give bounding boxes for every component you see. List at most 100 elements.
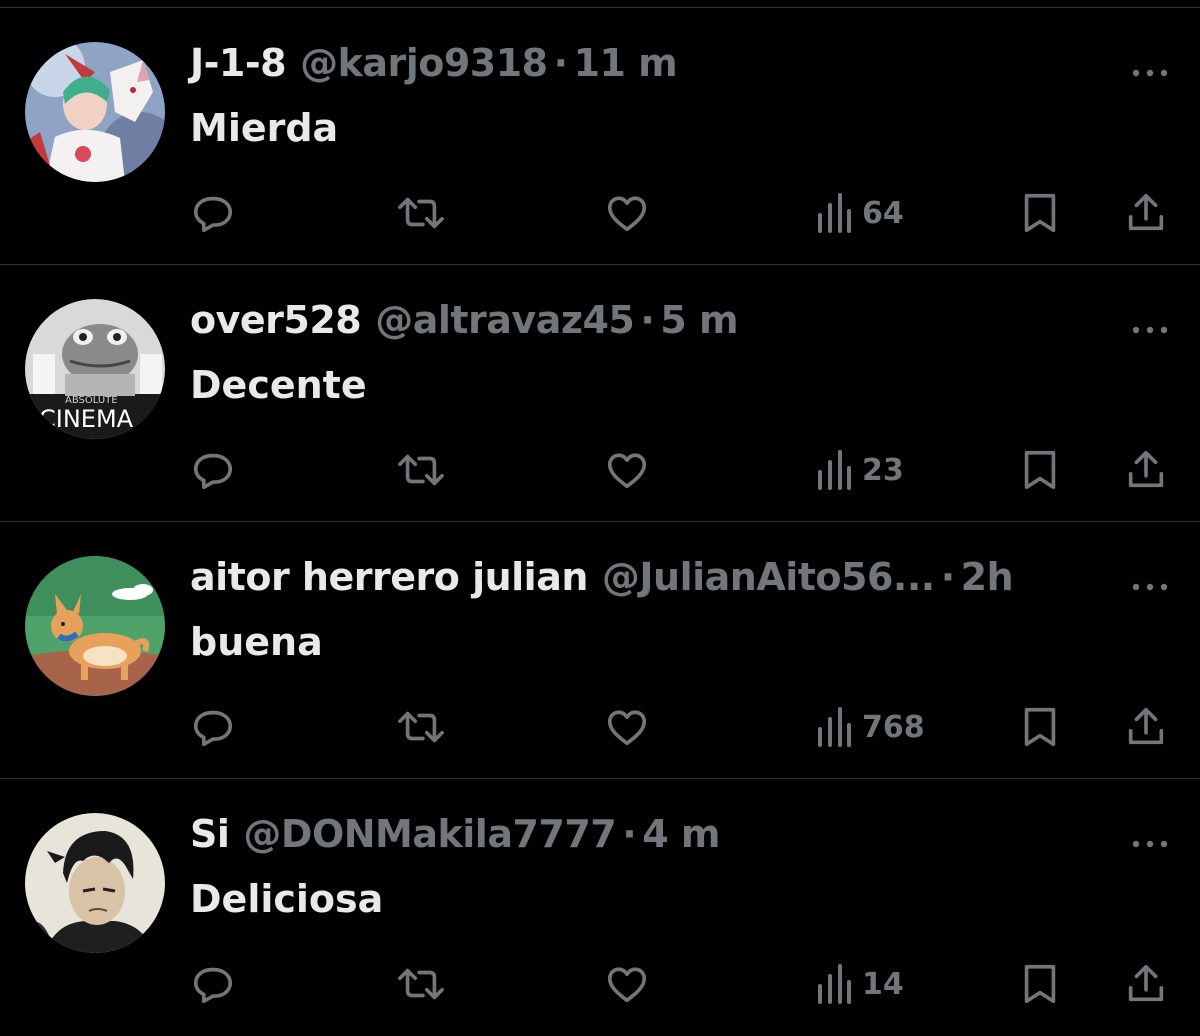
like-button[interactable] [604,697,650,757]
bookmark-button[interactable] [1020,954,1060,1014]
separator-dot: · [940,555,955,599]
share-upload-icon [1128,450,1164,488]
reply-feed: J-1-8 @karjo9318 · 11 m Mierda 64 ABSOLU… [0,8,1200,1036]
timestamp[interactable]: 2h [961,555,1014,599]
bookmark-icon [1024,193,1056,233]
bar-chart-icon [818,964,851,1004]
views-count: 64 [862,195,904,231]
action-bar: 23 [0,440,1200,500]
repost-button[interactable] [396,697,446,757]
bookmark-button[interactable] [1020,440,1060,500]
display-name[interactable]: J-1-8 [190,41,287,85]
more-horizontal-icon [1132,840,1168,848]
views-count: 768 [862,709,925,745]
bookmark-button[interactable] [1020,697,1060,757]
bookmark-icon [1024,707,1056,747]
display-name[interactable]: aitor herrero julian [190,555,588,599]
avatar[interactable] [25,813,165,953]
user-handle[interactable]: @karjo9318 [300,41,548,85]
more-options-button[interactable] [1128,58,1172,88]
repost-arrows-icon [398,197,444,229]
speech-bubble-icon [193,710,233,747]
like-button[interactable] [604,440,650,500]
timestamp[interactable]: 5 m [660,298,738,342]
separator-dot: · [622,812,637,856]
views-count: 23 [862,452,904,488]
reply-button[interactable] [190,440,236,500]
views-button[interactable]: 23 [816,440,904,500]
user-handle[interactable]: @altravaz45 [375,298,635,342]
action-bar: 14 [0,954,1200,1014]
views-count: 14 [862,966,904,1002]
timestamp[interactable]: 4 m [642,812,720,856]
speech-bubble-icon [193,196,233,233]
tweet-header: J-1-8 @karjo9318 · 11 m [190,41,1110,93]
tweet-header: aitor herrero julian @JulianAito56... · … [190,555,1110,607]
action-bar: 64 [0,183,1200,243]
more-horizontal-icon [1132,326,1168,334]
more-horizontal-icon [1132,69,1168,77]
bar-chart-icon [818,707,851,747]
tweet-item[interactable]: ABSOLUTE CINEMA over528 @altravaz45 · 5 … [0,265,1200,522]
display-name[interactable]: over528 [190,298,362,342]
share-button[interactable] [1124,440,1168,500]
repost-arrows-icon [398,711,444,743]
share-upload-icon [1128,707,1164,745]
tweet-text: buena [190,620,323,664]
tweet-text: Deliciosa [190,877,384,921]
timestamp[interactable]: 11 m [574,41,678,85]
reply-button[interactable] [190,183,236,243]
bookmark-icon [1024,964,1056,1004]
more-options-button[interactable] [1128,572,1172,602]
repost-arrows-icon [398,968,444,1000]
bookmark-button[interactable] [1020,183,1060,243]
more-horizontal-icon [1132,583,1168,591]
heart-icon [607,710,647,746]
speech-bubble-icon [193,967,233,1004]
avatar[interactable] [25,556,165,696]
share-upload-icon [1128,193,1164,231]
tweet-item[interactable]: J-1-8 @karjo9318 · 11 m Mierda 64 [0,8,1200,265]
share-button[interactable] [1124,697,1168,757]
avatar-image-anime-fox [25,42,165,182]
like-button[interactable] [604,954,650,1014]
repost-button[interactable] [396,954,446,1014]
separator-dot: · [640,298,655,342]
tweet-header: Si @DONMakila7777 · 4 m [190,812,1110,864]
bar-chart-icon [818,450,851,490]
display-name[interactable]: Si [190,812,230,856]
heart-icon [607,453,647,489]
reply-button[interactable] [190,954,236,1014]
speech-bubble-icon [193,453,233,490]
share-button[interactable] [1124,954,1168,1014]
tweet-item[interactable]: Si @DONMakila7777 · 4 m Deliciosa 14 [0,779,1200,1036]
more-options-button[interactable] [1128,829,1172,859]
avatar[interactable] [25,42,165,182]
avatar-image-comic-character [25,813,165,953]
views-button[interactable]: 768 [816,697,925,757]
avatar-text-large: CINEMA [39,405,134,433]
repost-arrows-icon [398,454,444,486]
action-bar: 768 [0,697,1200,757]
tweet-text: Decente [190,363,367,407]
avatar-image-absolute-cinema: ABSOLUTE CINEMA [25,299,165,439]
tweet-header: over528 @altravaz45 · 5 m [190,298,1110,350]
avatar-image-corgi [25,556,165,696]
tweet-text: Mierda [190,106,339,150]
reply-button[interactable] [190,697,236,757]
share-button[interactable] [1124,183,1168,243]
heart-icon [607,967,647,1003]
tweet-item[interactable]: aitor herrero julian @JulianAito56... · … [0,522,1200,779]
views-button[interactable]: 64 [816,183,904,243]
share-upload-icon [1128,964,1164,1002]
user-handle[interactable]: @JulianAito56... [602,555,935,599]
repost-button[interactable] [396,183,446,243]
views-button[interactable]: 14 [816,954,904,1014]
like-button[interactable] [604,183,650,243]
heart-icon [607,196,647,232]
avatar[interactable]: ABSOLUTE CINEMA [25,299,165,439]
repost-button[interactable] [396,440,446,500]
more-options-button[interactable] [1128,315,1172,345]
separator-dot: · [553,41,568,85]
user-handle[interactable]: @DONMakila7777 [243,812,616,856]
